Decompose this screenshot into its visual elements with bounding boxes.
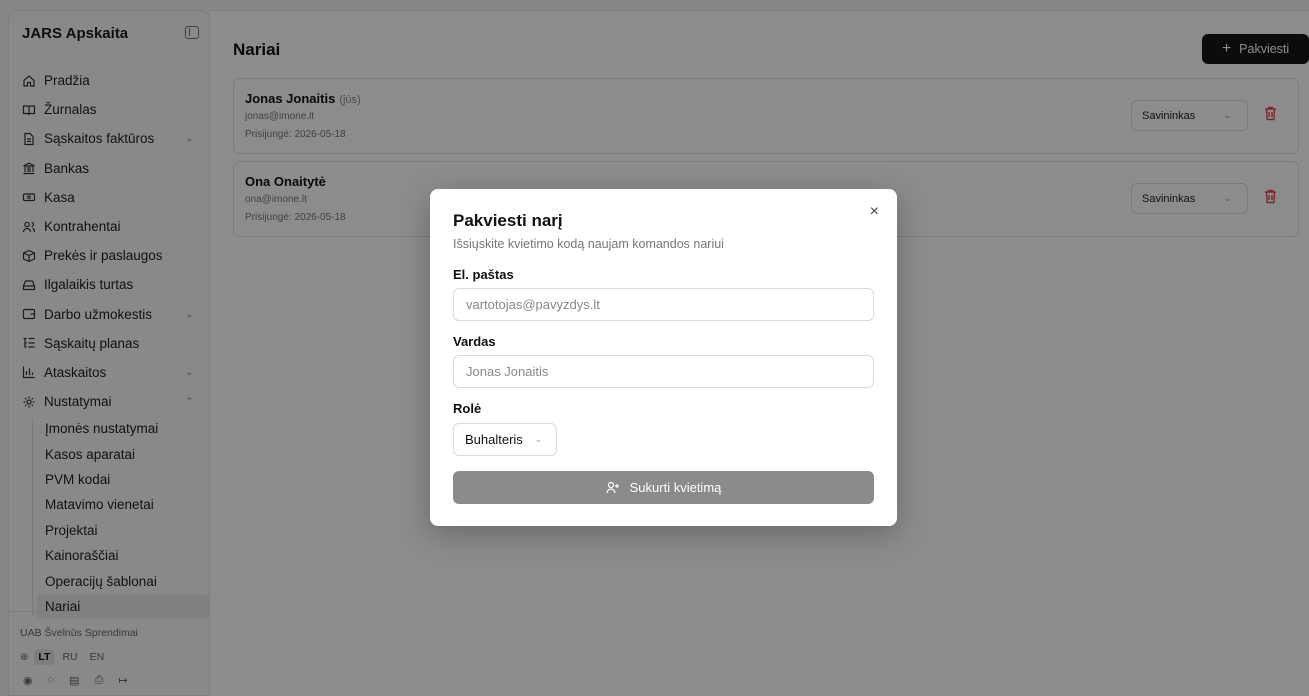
dialog-description: Išsiųskite kvietimo kodą naujam komandos… (453, 237, 724, 251)
role-select[interactable]: Buhalteris ⌄ (453, 423, 557, 456)
create-invite-label: Sukurti kvietimą (629, 480, 722, 495)
email-field[interactable] (453, 288, 874, 321)
role-select-value: Buhalteris (465, 432, 523, 447)
name-label: Vardas (453, 334, 496, 349)
name-field[interactable] (453, 355, 874, 388)
invite-member-dialog: × Pakviesti narį Išsiųskite kvietimo kod… (430, 189, 897, 526)
role-label: Rolė (453, 401, 482, 416)
dialog-title: Pakviesti narį (453, 211, 563, 230)
create-invite-button[interactable]: Sukurti kvietimą (453, 471, 874, 504)
close-icon[interactable]: × (870, 203, 879, 221)
chevron-down-icon: ⌄ (534, 434, 542, 444)
user-plus-icon (606, 481, 619, 494)
app-window: JARS Apskaita Pradžia Žurnalas Sąskaitos… (0, 0, 1309, 696)
email-label: El. paštas (453, 267, 514, 282)
